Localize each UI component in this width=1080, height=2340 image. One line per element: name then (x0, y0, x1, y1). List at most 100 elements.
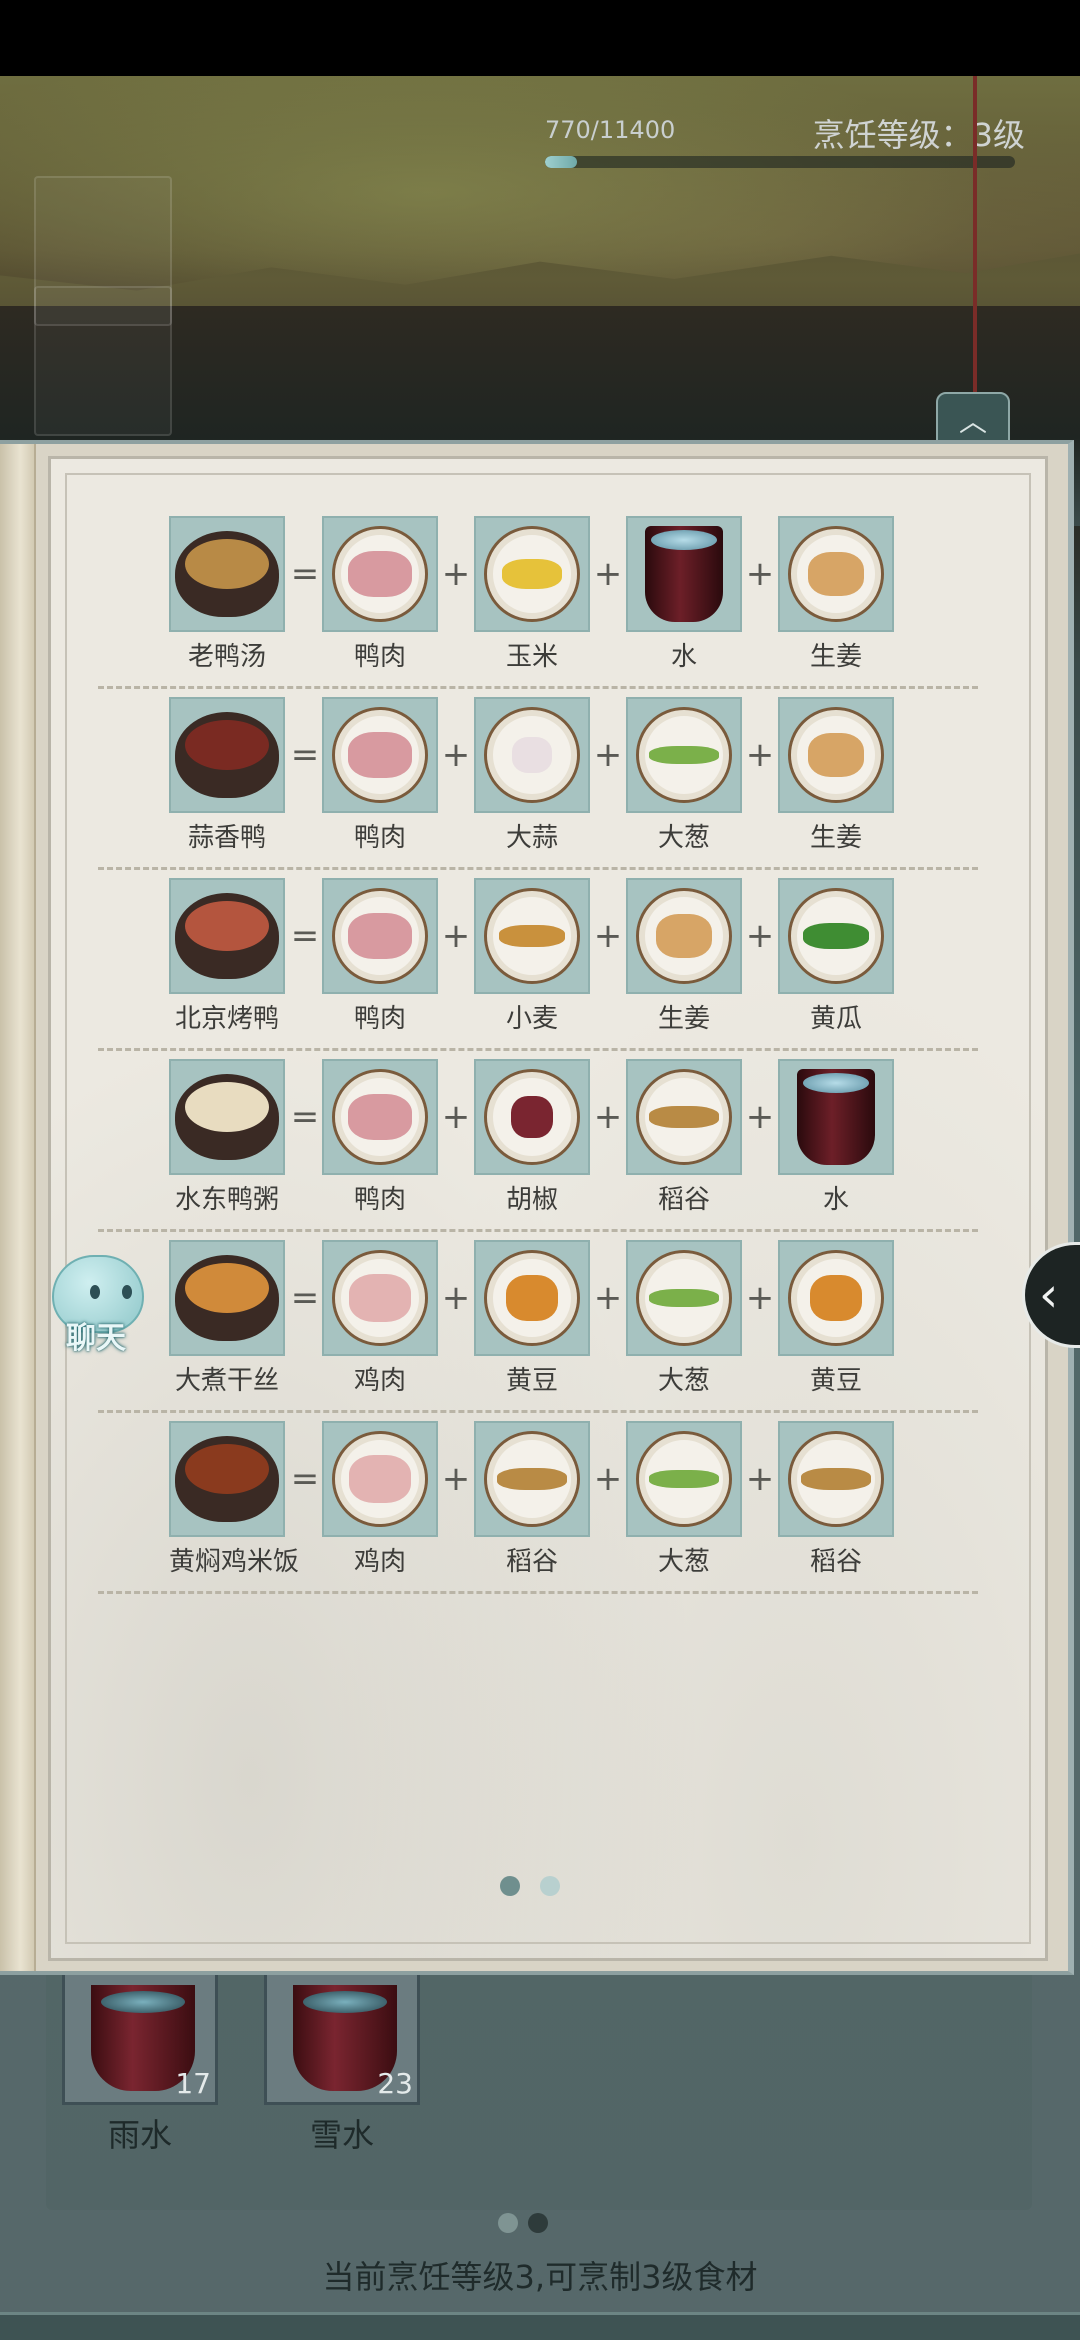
plus-sign: + (593, 1278, 623, 1318)
ingredient-icon (778, 1421, 894, 1537)
plus-sign: + (441, 735, 471, 775)
recipe-ingredient[interactable]: 稻谷 (778, 1421, 894, 1578)
recipe-row: 水东鸭粥 = 鸭肉 + 胡椒 + 稻谷 + 水 (115, 1059, 915, 1219)
recipe-ingredient[interactable]: 生姜 (778, 516, 894, 673)
equals-sign: = (290, 1278, 320, 1318)
plus-sign: + (745, 1278, 775, 1318)
recipe-divider (98, 1048, 978, 1051)
plus-sign: + (441, 554, 471, 594)
dish-icon (169, 516, 285, 632)
recipe-ingredient[interactable]: 鸭肉 (322, 697, 438, 854)
page-dot-active[interactable] (528, 2213, 548, 2233)
recipe-ingredient[interactable]: 鸡肉 (322, 1240, 438, 1397)
equals-sign: = (290, 1459, 320, 1499)
dish-name: 大煮干丝 (174, 1366, 279, 1396)
recipe-ingredient[interactable]: 鸭肉 (322, 878, 438, 1035)
plus-sign: + (441, 916, 471, 956)
ingredient-icon (626, 516, 742, 632)
ingredient-icon (626, 697, 742, 813)
ingredient-name: 胡椒 (505, 1185, 558, 1215)
dish-icon (169, 1240, 285, 1356)
recipe-ingredient[interactable]: 生姜 (778, 697, 894, 854)
ingredient-name: 黄豆 (505, 1366, 558, 1396)
ingredient-icon (474, 697, 590, 813)
recipe-book: 老鸭汤 = 鸭肉 + 玉米 + 水 + 生姜 蒜香鸭 = 鸭肉 + 大蒜 + 大葱 + 生姜 北京烤鸭 = 鸭肉 + 小麦 +… (0, 440, 1074, 1975)
recipe-ingredient[interactable]: 生姜 (626, 878, 742, 1035)
ingredient-icon (626, 1240, 742, 1356)
chevron-left-icon: ‹ (1039, 1267, 1059, 1323)
water-slot-rain[interactable]: 17 (62, 1975, 218, 2105)
page-dot[interactable] (540, 1876, 560, 1896)
recipe-dish[interactable]: 黄焖鸡米饭 (169, 1421, 299, 1578)
page-dot[interactable] (498, 2213, 518, 2233)
book-spine (0, 444, 36, 1971)
ingredient-icon (778, 516, 894, 632)
ingredient-name: 水 (670, 642, 697, 672)
recipe-ingredient[interactable]: 玉米 (474, 516, 590, 673)
ingredient-icon (474, 516, 590, 632)
recipe-dish[interactable]: 老鸭汤 (169, 516, 285, 673)
recipe-ingredient[interactable]: 大葱 (626, 1421, 742, 1578)
ingredient-name: 生姜 (809, 642, 862, 672)
dish-name: 水东鸭粥 (174, 1185, 279, 1215)
recipe-ingredient[interactable]: 黄豆 (474, 1240, 590, 1397)
recipe-row: 老鸭汤 = 鸭肉 + 玉米 + 水 + 生姜 (115, 516, 915, 676)
dish-icon (169, 878, 285, 994)
ingredient-name: 大葱 (657, 1366, 710, 1396)
ingredient-name: 鸡肉 (353, 1366, 406, 1396)
recipe-ingredient[interactable]: 黄瓜 (778, 878, 894, 1035)
recipe-ingredient[interactable]: 大葱 (626, 1240, 742, 1397)
recipe-dish[interactable]: 大煮干丝 (169, 1240, 285, 1397)
ingredient-name: 大葱 (657, 823, 710, 853)
recipe-ingredient[interactable]: 水 (778, 1059, 894, 1216)
ingredient-icon (626, 1421, 742, 1537)
dish-icon (169, 1421, 285, 1537)
ingredient-name: 大蒜 (505, 823, 558, 853)
ingredient-icon (474, 878, 590, 994)
plus-sign: + (745, 1459, 775, 1499)
ingredient-name: 黄豆 (809, 1366, 862, 1396)
plus-sign: + (593, 554, 623, 594)
ingredient-name: 鸡肉 (353, 1547, 406, 1577)
dish-name: 老鸭汤 (187, 642, 266, 672)
plus-sign: + (593, 1097, 623, 1137)
equals-sign: = (290, 735, 320, 775)
exp-text: 770/11400 (545, 116, 676, 144)
ingredient-icon (778, 697, 894, 813)
dish-name: 北京烤鸭 (174, 1004, 279, 1034)
recipe-ingredient[interactable]: 小麦 (474, 878, 590, 1035)
recipe-ingredient[interactable]: 鸡肉 (322, 1421, 438, 1578)
item-count: 23 (377, 2067, 413, 2100)
ingredient-icon (322, 1421, 438, 1537)
ingredient-name: 大葱 (657, 1547, 710, 1577)
ingredient-icon (322, 878, 438, 994)
recipe-ingredient[interactable]: 鸭肉 (322, 516, 438, 673)
recipe-divider (98, 1410, 978, 1413)
recipe-dish[interactable]: 北京烤鸭 (169, 878, 285, 1035)
recipe-ingredient[interactable]: 黄豆 (778, 1240, 894, 1397)
recipe-dish[interactable]: 水东鸭粥 (169, 1059, 285, 1216)
chat-button[interactable]: 聊天 (42, 1255, 150, 1356)
recipe-ingredient[interactable]: 大蒜 (474, 697, 590, 854)
ingredient-name: 鸭肉 (353, 823, 406, 853)
recipe-ingredient[interactable]: 稻谷 (474, 1421, 590, 1578)
recipe-ingredient[interactable]: 鸭肉 (322, 1059, 438, 1216)
ingredient-icon (474, 1240, 590, 1356)
ingredient-name: 小麦 (505, 1004, 558, 1034)
page-dot-active[interactable] (500, 1876, 520, 1896)
recipe-dish[interactable]: 蒜香鸭 (169, 697, 285, 854)
item-count: 17 (175, 2067, 211, 2100)
recipe-ingredient[interactable]: 稻谷 (626, 1059, 742, 1216)
background-slot (34, 286, 172, 436)
recipe-ingredient[interactable]: 水 (626, 516, 742, 673)
recipe-ingredient[interactable]: 大葱 (626, 697, 742, 854)
water-slot-snow[interactable]: 23 (264, 1975, 420, 2105)
bottom-frame (0, 2312, 1080, 2340)
ingredient-icon (626, 878, 742, 994)
recipe-ingredient[interactable]: 胡椒 (474, 1059, 590, 1216)
ingredient-name: 水 (822, 1185, 849, 1215)
recipe-row: 蒜香鸭 = 鸭肉 + 大蒜 + 大葱 + 生姜 (115, 697, 915, 857)
ingredient-icon (322, 1240, 438, 1356)
plus-sign: + (441, 1097, 471, 1137)
recipe-divider (98, 686, 978, 689)
